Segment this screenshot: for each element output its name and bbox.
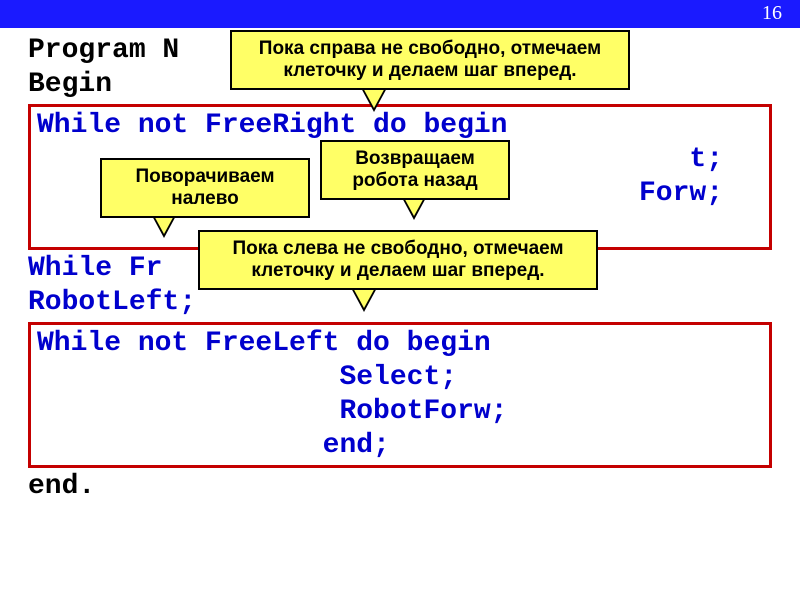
callout-right-free: Пока справа не свободно, отмечаем клеточ… <box>230 30 630 90</box>
code-box-2: While not FreeLeft do begin Select; Robo… <box>28 322 772 468</box>
callout-left-free: Пока слева не свободно, отмечаем клеточк… <box>198 230 598 290</box>
box1-frag-forw: Forw; <box>639 178 723 209</box>
code-line-robotleft: RobotLeft; <box>28 286 772 320</box>
box1-frag-t: t; <box>689 144 723 175</box>
callout-turn-left: Поворачиваем налево <box>100 158 310 218</box>
box2-line1: While not FreeLeft do begin <box>37 327 763 361</box>
kw-program: Program <box>28 35 146 66</box>
code-line-end: end. <box>28 470 772 504</box>
box1-line1: While not FreeRight do begin <box>37 109 763 143</box>
box2-line4: end; <box>37 429 763 463</box>
box2-line2: Select; <box>37 361 763 395</box>
callout-return-robot: Возвращаем робота назад <box>320 140 510 200</box>
program-name-fragment: N <box>146 35 180 66</box>
box2-line3: RobotForw; <box>37 395 763 429</box>
page-number: 16 <box>762 2 782 25</box>
title-bar: 16 <box>0 0 800 28</box>
